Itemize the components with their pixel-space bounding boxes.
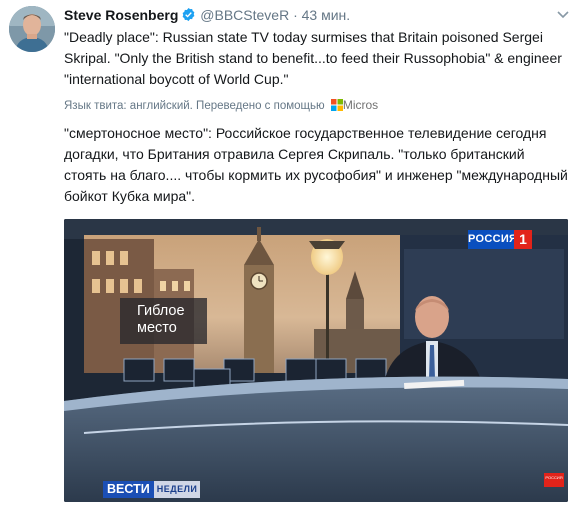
chevron-down-icon[interactable] xyxy=(556,8,570,20)
channel-logo-number: 1 xyxy=(514,230,532,249)
avatar[interactable] xyxy=(9,6,55,52)
author-handle[interactable]: @BBCSteveR xyxy=(200,7,289,23)
tweet-header: Steve Rosenberg @BBCSteveR · 43 мин. xyxy=(64,6,550,26)
tv-caption-line-1: Гиблое xyxy=(137,303,185,319)
microsoft-logo-icon xyxy=(330,99,343,114)
show-title-b: НЕДЕЛИ xyxy=(153,481,201,498)
verified-badge-icon xyxy=(181,7,196,26)
translation-provider[interactable]: Micros xyxy=(343,98,378,112)
show-title-banner: ВЕСТИ НЕДЕЛИ xyxy=(103,481,201,498)
tv-studio-scene xyxy=(64,219,568,502)
tv-caption-line-2: место xyxy=(137,320,177,336)
header-separator: · xyxy=(293,7,298,23)
tweet-text: "Deadly place": Russian state TV today s… xyxy=(64,29,562,87)
translation-notice: Язык твита: английский. Переведено с пом… xyxy=(64,98,378,114)
author-name[interactable]: Steve Rosenberg xyxy=(64,7,178,23)
show-title-a: ВЕСТИ xyxy=(103,481,154,498)
translated-tweet-text: "смертоносное место": Российское государ… xyxy=(64,125,568,204)
channel-logo: РОССИЯ xyxy=(468,230,517,249)
tweet-media-image[interactable]: Гиблое место РОССИЯ 1 ВЕСТИ НЕДЕЛИ РОССИ… xyxy=(64,219,568,502)
avatar-photo xyxy=(9,6,55,52)
tweet-timestamp[interactable]: 43 мин. xyxy=(302,7,351,23)
corner-channel-logo: РОССИЯ xyxy=(544,473,564,487)
tv-caption: Гиблое место xyxy=(120,298,207,344)
translation-label: Язык твита: английский. Переведено с пом… xyxy=(64,100,325,112)
